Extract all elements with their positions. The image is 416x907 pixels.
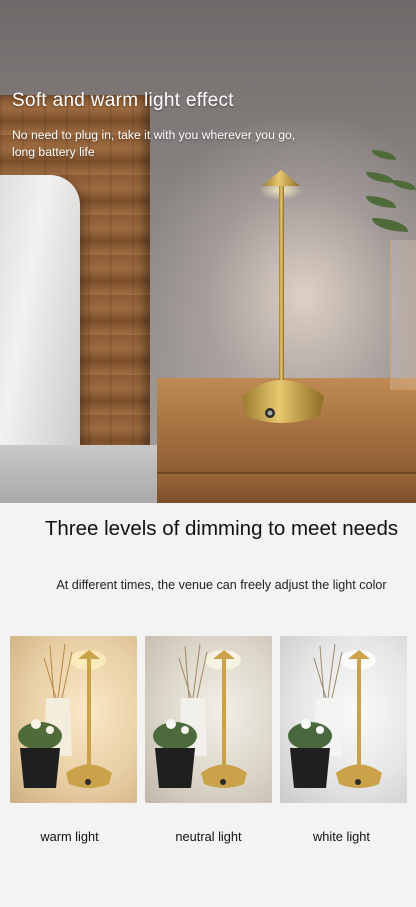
white-light-photo (280, 636, 407, 803)
lamp-with-plant (18, 643, 112, 788)
dimming-description: At different times, the venue can freely… (56, 578, 387, 592)
hero-subtitle: No need to plug in, take it with you whe… (12, 128, 296, 159)
warm-light-label: warm light (40, 829, 99, 844)
hero-title: Soft and warm light effect (12, 90, 234, 111)
pillow (0, 175, 80, 465)
neutral-light-photo (145, 636, 272, 803)
lamp-with-plant (288, 643, 382, 788)
neutral-light-label: neutral light (175, 829, 242, 844)
table-lamp (242, 170, 324, 423)
white-light-label: white light (313, 829, 370, 844)
glass-vase (390, 240, 416, 390)
nightstand-edge (157, 472, 416, 503)
hero-photo: Soft and warm light effect No need to pl… (0, 0, 416, 503)
bedsheet (0, 445, 160, 503)
lamp-with-plant (153, 643, 247, 788)
dimming-title: Three levels of dimming to meet needs (44, 517, 399, 540)
warm-light-photo (10, 636, 137, 803)
